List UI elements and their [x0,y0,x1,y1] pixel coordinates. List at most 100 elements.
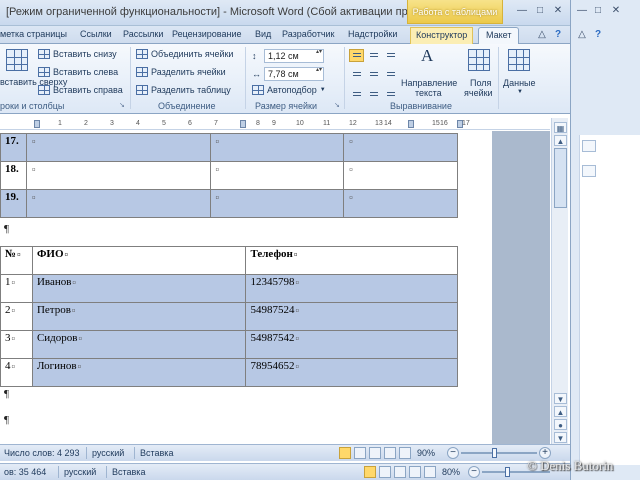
ruler-column-marker[interactable] [408,120,414,128]
table-row[interactable]: 2¤ Петров¤ 54987524¤ [0,302,458,331]
tab-review[interactable]: Рецензирование [172,29,242,39]
word-count[interactable]: ов: 35 464 [4,467,46,477]
table-cell[interactable]: ¤ [343,133,458,162]
draft-view-icon[interactable] [399,447,411,459]
row-height-input[interactable]: 1,12 см [264,49,324,63]
align-middle-right-button[interactable] [383,67,398,80]
scroll-up-icon[interactable] [582,140,596,152]
table-cell[interactable]: 17. [0,133,27,162]
table-cell[interactable]: ¤ [209,189,345,218]
text-direction-label[interactable]: Направление [401,78,457,88]
tab-page-layout[interactable]: метка страницы [0,29,67,39]
insert-left-button[interactable]: Вставить слева [38,67,118,77]
tab-developer[interactable]: Разработчик [282,29,334,39]
table-cell[interactable]: 54987524¤ [245,302,458,331]
cell-margins-label[interactable]: Поля [470,78,491,88]
browse-object-icon[interactable]: ● [554,419,567,430]
data-button[interactable]: Данные [503,78,536,88]
text-direction-label-2[interactable]: текста [415,88,442,98]
table-row[interactable]: 4¤ Логинов¤ 78954652¤ [0,358,458,387]
table-cell[interactable]: 18. [0,161,27,190]
zoom-out-icon[interactable]: − [447,447,459,459]
insert-right-button[interactable]: Вставить справа [38,85,123,95]
table-cell[interactable]: ¤ [343,189,458,218]
table-row[interactable]: 18. ¤ ¤ ¤ [0,161,458,190]
maximize-icon[interactable]: □ [533,5,547,18]
maximize-icon[interactable]: □ [591,5,605,18]
align-bottom-right-button[interactable] [383,85,398,98]
print-layout-view-icon[interactable] [339,447,351,459]
minimize-icon[interactable]: — [575,5,589,18]
table-contacts[interactable]: №¤ ФИО¤ Телефон¤ 1¤ Иванов¤ 12345798¤ 2¤… [0,246,458,387]
table-cell[interactable]: Сидоров¤ [31,330,247,359]
tab-view[interactable]: Вид [255,29,271,39]
full-screen-reading-view-icon[interactable] [354,447,366,459]
insert-above-icon[interactable] [6,49,28,71]
zoom-level[interactable]: 80% [442,467,460,477]
table-header-cell[interactable]: №¤ [0,246,33,275]
tab-layout[interactable]: Макет [478,27,520,45]
print-layout-view-icon[interactable] [364,466,376,478]
ruler-indent-marker[interactable] [34,120,40,128]
table-row[interactable]: 1¤ Иванов¤ 12345798¤ [0,274,458,303]
table-header-cell[interactable]: ФИО¤ [31,246,247,275]
language-indicator[interactable]: русский [92,448,124,458]
dialog-launcher-icon[interactable]: ↘ [334,101,340,109]
word-count[interactable]: Число слов: 4 293 [4,448,80,458]
scroll-down-icon[interactable]: ▼ [554,393,567,404]
table-cell[interactable]: Логинов¤ [31,358,247,387]
table-cell[interactable]: Петров¤ [31,302,247,331]
merge-cells-button[interactable]: Объединить ячейки [136,49,233,59]
split-cells-button[interactable]: Разделить ячейки [136,67,226,77]
web-layout-view-icon[interactable] [369,447,381,459]
align-bottom-center-button[interactable] [366,85,381,98]
minimize-ribbon-icon[interactable]: △ [535,29,549,42]
table-cell[interactable]: ¤ [25,133,211,162]
table-header-cell[interactable]: Телефон¤ [245,246,458,275]
align-top-right-button[interactable] [383,49,398,62]
help-icon[interactable]: ? [551,29,565,42]
table-cell[interactable]: ¤ [343,161,458,190]
ruler-column-marker[interactable] [240,120,246,128]
align-bottom-left-button[interactable] [349,85,364,98]
scroll-up-icon[interactable]: ▲ [554,135,567,146]
chevron-down-icon[interactable]: ▼ [517,89,523,95]
table-cell[interactable]: ¤ [209,133,345,162]
help-icon[interactable]: ? [591,29,605,42]
vertical-scrollbar[interactable]: ▦ ▲ ▼ ▲ ● ▼ [551,118,568,444]
insert-below-button[interactable]: Вставить снизу [38,49,117,59]
table-cell[interactable]: 78954652¤ [245,358,458,387]
table-row[interactable]: 3¤ Сидоров¤ 54987542¤ [0,330,458,359]
insert-mode-indicator[interactable]: Вставка [140,448,173,458]
document-page[interactable]: 17. ¤ ¤ ¤ 18. ¤ ¤ ¤ 19. ¤ ¤ ¤ ¶ №¤ ФИО¤ … [0,131,492,444]
autofit-button[interactable]: Автоподбор ▼ [252,85,326,95]
zoom-slider-track[interactable] [461,452,537,454]
web-layout-view-icon[interactable] [394,466,406,478]
align-middle-center-button[interactable] [366,67,381,80]
tab-references[interactable]: Ссылки [80,29,112,39]
zoom-out-icon[interactable]: − [468,466,480,478]
outline-view-icon[interactable] [384,447,396,459]
table-cell[interactable]: 4¤ [0,358,33,387]
tab-mailings[interactable]: Рассылки [123,29,163,39]
draft-view-icon[interactable] [424,466,436,478]
table-cell[interactable]: 12345798¤ [245,274,458,303]
language-indicator[interactable]: русский [64,467,96,477]
align-middle-left-button[interactable] [349,67,364,80]
tab-addins[interactable]: Надстройки [348,29,397,39]
align-top-left-button[interactable] [349,49,364,62]
column-width-input[interactable]: 7,78 см [264,67,324,81]
ruler-toggle-icon[interactable]: ▦ [554,122,567,133]
table-cell[interactable]: ¤ [25,161,211,190]
cell-margins-label-2[interactable]: ячейки [464,88,493,98]
outline-view-icon[interactable] [409,466,421,478]
scroll-thumb[interactable] [582,165,596,177]
dialog-launcher-icon[interactable]: ↘ [119,101,125,109]
close-icon[interactable]: ✕ [609,5,623,18]
insert-mode-indicator[interactable]: Вставка [112,467,145,477]
horizontal-ruler[interactable]: 1 2 3 4 5 6 7 8 9 10 11 12 13 14 15 16 1… [0,118,550,130]
tab-design[interactable]: Конструктор [410,27,474,44]
full-screen-reading-view-icon[interactable] [379,466,391,478]
table-cell[interactable]: 54987542¤ [245,330,458,359]
close-icon[interactable]: ✕ [551,5,565,18]
